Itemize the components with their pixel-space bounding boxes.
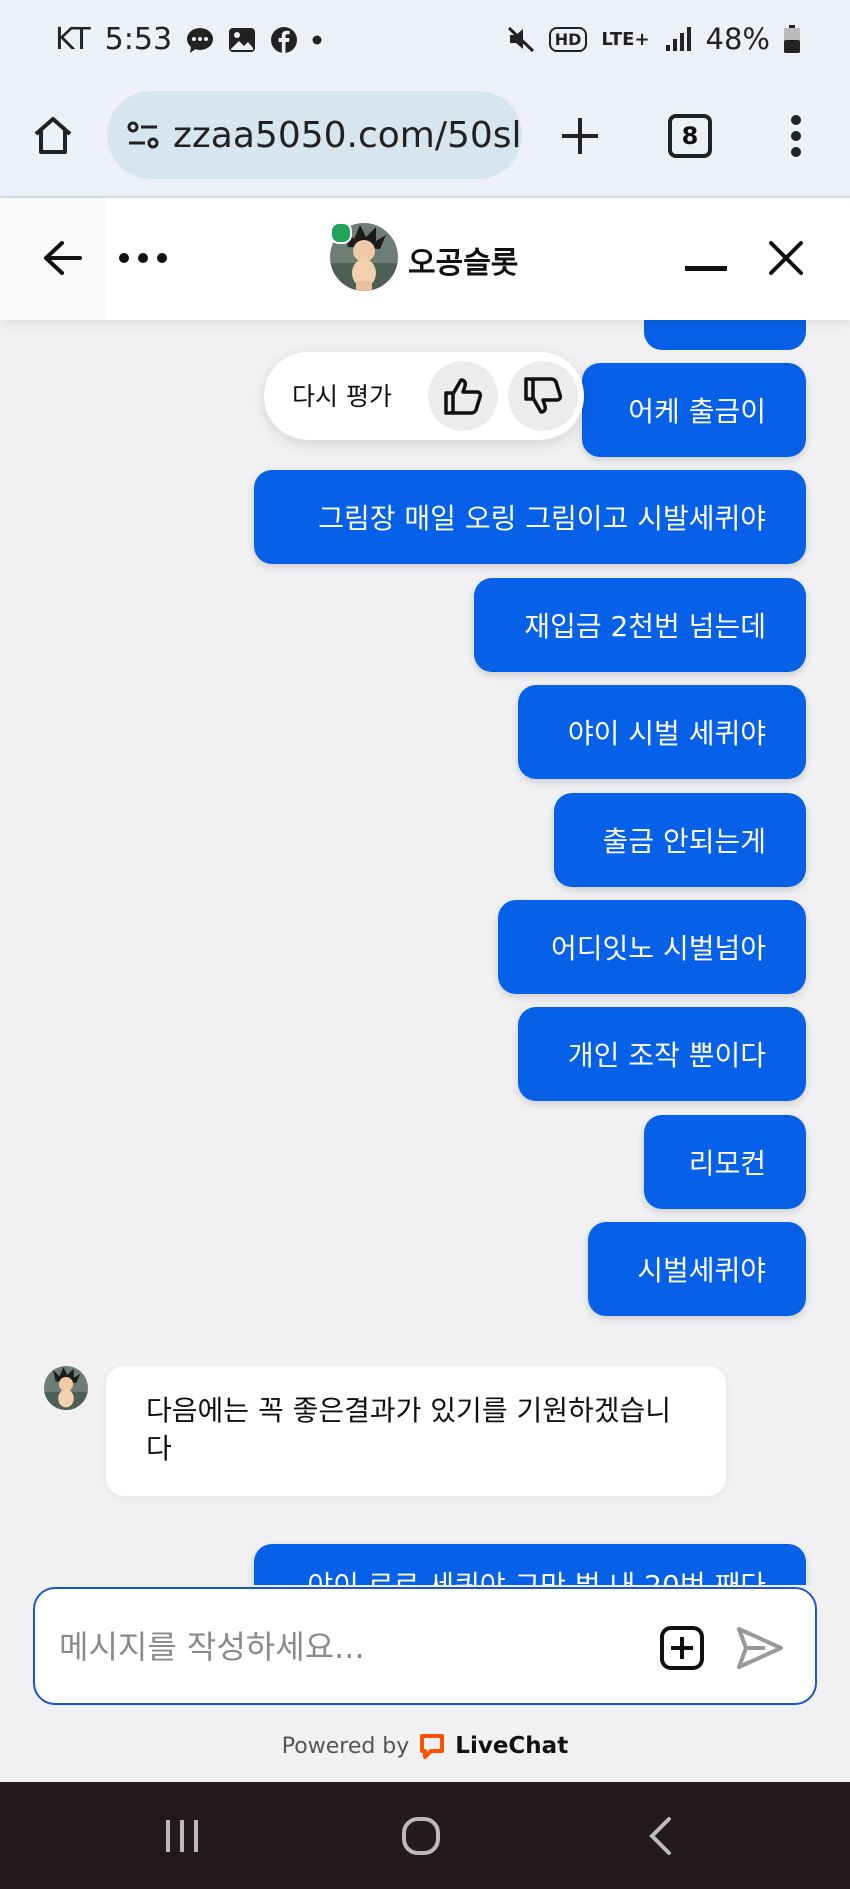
facebook-notification-icon [271, 26, 298, 53]
mute-icon [507, 26, 534, 53]
vertical-dots-icon [791, 115, 801, 157]
site-settings-icon[interactable] [125, 117, 161, 153]
online-status-indicator [330, 222, 352, 244]
status-bar: KT 5:53 HD LTE+ 48% [0, 0, 850, 88]
livechat-logo-icon [420, 1734, 445, 1759]
network-type-label: LTE+ [601, 28, 650, 50]
agent-message-avatar [44, 1366, 88, 1410]
system-navigation-bar [0, 1782, 850, 1889]
home-icon [34, 117, 72, 154]
powered-by-text: Powered by [281, 1733, 410, 1759]
signal-strength-icon [665, 27, 691, 51]
visitor-message: 시벌세퀴야 [588, 1222, 806, 1316]
carrier-label: KT [55, 22, 91, 57]
battery-icon [784, 25, 800, 53]
new-tab-button[interactable] [540, 96, 620, 176]
gallery-notification-icon [229, 27, 256, 52]
livechat-brand: LiveChat [455, 1733, 569, 1759]
message-input[interactable] [57, 1613, 651, 1681]
rating-prompt: 다시 평가 [264, 352, 584, 440]
thumbs-down-icon [524, 377, 563, 414]
visitor-message: 재입금 2천번 넘는데 [474, 578, 806, 672]
home-circle-icon [402, 1817, 440, 1855]
message-bubble-partial [644, 320, 806, 350]
attach-button[interactable] [659, 1625, 705, 1671]
back-arrow-icon [44, 241, 82, 275]
minimize-button[interactable] [676, 228, 736, 288]
browser-menu-button[interactable] [756, 96, 836, 176]
visitor-message: 어디잇노 시벌넘아 [498, 900, 806, 994]
chat-header: 오공슬롯 [0, 198, 850, 320]
tab-switcher-button[interactable]: 8 [650, 96, 730, 176]
chat-title: 오공슬롯 [408, 246, 519, 281]
send-icon [737, 1627, 783, 1669]
chat-options-button[interactable] [110, 228, 180, 288]
rate-bad-button[interactable] [508, 361, 578, 431]
browser-toolbar: zzaa5050.com/50slot 8 [0, 88, 850, 198]
back-button[interactable] [0, 198, 106, 320]
message-composer [33, 1587, 817, 1705]
thumbs-up-icon [444, 378, 483, 415]
add-attachment-icon [660, 1626, 704, 1670]
rating-label: 다시 평가 [292, 382, 392, 411]
more-notifications-dot-icon [312, 35, 322, 44]
plus-icon [562, 118, 598, 154]
back-chevron-icon [649, 1817, 671, 1855]
message-notification-icon [187, 27, 214, 53]
agent-message: 다음에는 꼭 좋은결과가 있기를 기원하겠습니다 [106, 1366, 726, 1496]
close-icon [769, 241, 803, 275]
home-nav-button[interactable] [376, 1806, 466, 1866]
hd-voice-badge: HD [548, 26, 588, 52]
back-nav-button[interactable] [615, 1806, 705, 1866]
visitor-message: 어케 출금이 [582, 363, 806, 457]
recent-apps-button[interactable] [137, 1806, 227, 1866]
battery-percent: 48% [705, 22, 770, 56]
visitor-message: 개인 조작 뿐이다 [518, 1007, 806, 1101]
tab-count: 8 [668, 114, 712, 158]
visitor-message: 야이 시벌 세퀴야 [518, 685, 806, 779]
visitor-message: 그림장 매일 오링 그림이고 시발세퀴야 [254, 470, 806, 564]
close-chat-button[interactable] [756, 228, 816, 288]
home-button[interactable] [13, 96, 93, 176]
url-text[interactable]: zzaa5050.com/50slot [173, 115, 522, 156]
recent-apps-icon [166, 1820, 198, 1852]
send-button[interactable] [735, 1623, 785, 1673]
horizontal-dots-icon [119, 253, 167, 263]
visitor-message: 야이 로로 세퀴야 그만 벌 내 20번 째다 [254, 1544, 806, 1585]
visitor-message: 리모컨 [644, 1115, 806, 1209]
visitor-message: 출금 안되는게 [554, 793, 806, 887]
powered-by-footer[interactable]: Powered by LiveChat [0, 1726, 850, 1766]
clock: 5:53 [104, 22, 173, 57]
minimize-icon [685, 266, 727, 271]
chat-transcript[interactable]: 다시 평가 어케 출금이 그림장 매일 오링 그림이고 시발세퀴야 재입금 2천… [0, 320, 850, 1585]
agent-avatar-image [44, 1366, 88, 1410]
address-bar[interactable]: zzaa5050.com/50slot [107, 91, 522, 179]
rate-good-button[interactable] [428, 361, 498, 431]
